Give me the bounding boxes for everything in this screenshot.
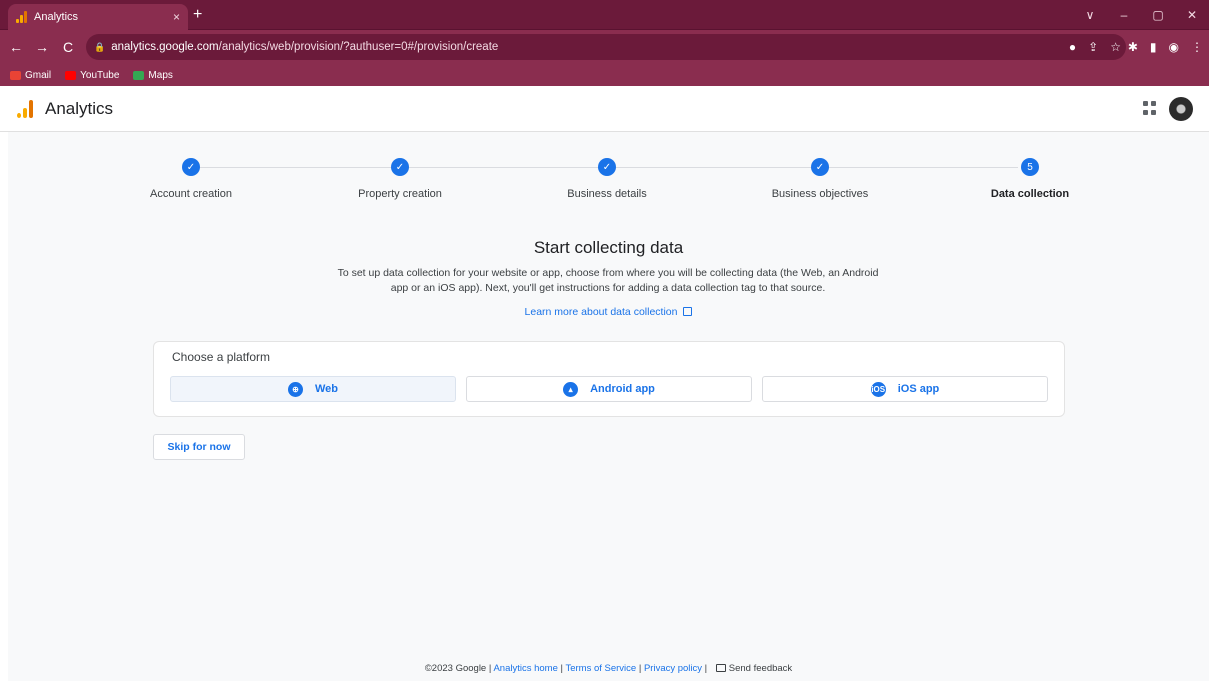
globe-icon: ⊕ [287, 381, 303, 397]
back-button[interactable]: ← [6, 39, 26, 55]
step-business-details: ✓ Business details [537, 158, 677, 200]
platform-label: Web [314, 383, 339, 395]
omnibox-icons: ● ⇪ ☆ [1069, 30, 1121, 64]
step-data-collection: 5 Data collection [960, 158, 1100, 200]
bookmark-label: YouTube [80, 69, 120, 81]
bookmark-gmail[interactable]: Gmail [10, 70, 51, 81]
analytics-favicon-icon [16, 11, 28, 23]
maps-icon [133, 70, 145, 80]
analytics-home-link[interactable]: Analytics home [493, 663, 557, 674]
minimize-button[interactable]: – [1107, 8, 1141, 22]
browser-toolbar: ← → C 🔒 analytics.google.com /analytics/… [0, 30, 1209, 64]
step-done-icon: ✓ [811, 158, 829, 176]
profile-icon[interactable]: ◉ [1169, 40, 1179, 54]
send-feedback-link[interactable]: Send feedback [729, 663, 792, 674]
app-header: Analytics [0, 86, 1209, 132]
share-icon[interactable]: ⇪ [1088, 40, 1098, 54]
step-account-creation: ✓ Account creation [121, 158, 261, 200]
step-label: Data collection [990, 188, 1070, 200]
main-content: ✓ Account creation ✓ Property creation ✓… [8, 132, 1209, 681]
footer-separator: | [704, 663, 708, 674]
side-panel-icon[interactable]: ▮ [1150, 40, 1157, 54]
footer-separator: | [560, 663, 563, 674]
address-bar[interactable]: 🔒 analytics.google.com /analytics/web/pr… [86, 34, 1126, 60]
bookmark-youtube[interactable]: YouTube [65, 70, 119, 81]
feedback-icon [715, 664, 726, 672]
platform-ios-button[interactable]: iOS iOS app [762, 376, 1048, 402]
restore-button[interactable]: ▢ [1141, 8, 1175, 22]
footer-separator: | [638, 663, 642, 674]
extension-icons: ✱ ▮ ◉ ⋮ [1128, 30, 1203, 64]
platform-card: Choose a platform ⊕ Web ▴ Android app iO… [153, 341, 1065, 417]
google-lens-icon[interactable]: ● [1069, 40, 1076, 54]
gmail-icon [10, 70, 21, 80]
step-label: Business objectives [771, 188, 869, 200]
browser-menu-icon[interactable]: ⋮ [1191, 40, 1203, 54]
platform-card-title: Choose a platform [172, 350, 271, 364]
app-window: Analytics × + ∨ – ▢ ✕ ← → C 🔒 analytics.… [0, 0, 1209, 681]
tab-search-icon[interactable]: ∨ [1073, 8, 1107, 22]
learn-more-label: Learn more about data collection [524, 306, 678, 318]
step-number-badge: 5 [1021, 158, 1039, 176]
bookmark-label: Gmail [25, 69, 52, 81]
tab-close-icon[interactable]: × [173, 10, 180, 24]
step-business-objectives: ✓ Business objectives [750, 158, 890, 200]
step-label: Business details [567, 188, 647, 200]
page-description: To set up data collection for your websi… [337, 267, 879, 294]
bookmarks-bar: Gmail YouTube Maps [0, 64, 1209, 86]
platform-web-button[interactable]: ⊕ Web [170, 376, 456, 402]
platform-label: Android app [590, 383, 655, 395]
footer: ©2023 Google | Analytics home | Terms of… [8, 663, 1209, 674]
browser-tab[interactable]: Analytics × [8, 4, 188, 30]
browser-tabstrip: Analytics × + ∨ – ▢ ✕ [0, 0, 1209, 30]
url-host: analytics.google.com [111, 41, 219, 53]
bookmark-star-icon[interactable]: ☆ [1110, 40, 1121, 54]
step-done-icon: ✓ [391, 158, 409, 176]
page-title: Start collecting data [533, 238, 684, 257]
avatar[interactable] [1169, 97, 1193, 121]
learn-more-link[interactable]: Learn more about data collection [8, 306, 1209, 318]
step-done-icon: ✓ [182, 158, 200, 176]
youtube-icon [65, 70, 77, 80]
forward-button[interactable]: → [32, 39, 52, 55]
android-icon: ▴ [563, 381, 579, 397]
bookmark-label: Maps [148, 69, 173, 81]
reload-button[interactable]: C [58, 39, 78, 55]
extensions-puzzle-icon[interactable]: ✱ [1128, 40, 1138, 54]
lock-icon: 🔒 [94, 41, 106, 52]
copyright-text: ©2023 Google | [424, 663, 492, 674]
app-title: Analytics [45, 98, 114, 118]
url-path: /analytics/web/provision/?authuser=0#/pr… [218, 41, 499, 53]
close-window-button[interactable]: ✕ [1175, 8, 1209, 22]
privacy-link[interactable]: Privacy policy [644, 663, 702, 674]
bookmark-maps[interactable]: Maps [133, 69, 173, 81]
skip-for-now-button[interactable]: Skip for now [153, 434, 245, 460]
ios-icon: iOS [870, 381, 886, 397]
step-property-creation: ✓ Property creation [330, 158, 470, 200]
analytics-logo-icon[interactable] [17, 99, 33, 118]
new-tab-button[interactable]: + [193, 6, 202, 24]
step-done-icon: ✓ [598, 158, 616, 176]
step-label: Property creation [358, 188, 442, 200]
step-label: Account creation [150, 188, 232, 200]
setup-stepper: ✓ Account creation ✓ Property creation ✓… [8, 132, 1209, 212]
terms-link[interactable]: Terms of Service [565, 663, 636, 674]
platform-android-button[interactable]: ▴ Android app [466, 376, 752, 402]
google-apps-icon[interactable] [1143, 101, 1157, 115]
platform-label: iOS app [897, 383, 940, 395]
open-in-new-icon [683, 307, 693, 316]
tab-title: Analytics [34, 11, 79, 23]
window-controls: ∨ – ▢ ✕ [1073, 0, 1209, 30]
